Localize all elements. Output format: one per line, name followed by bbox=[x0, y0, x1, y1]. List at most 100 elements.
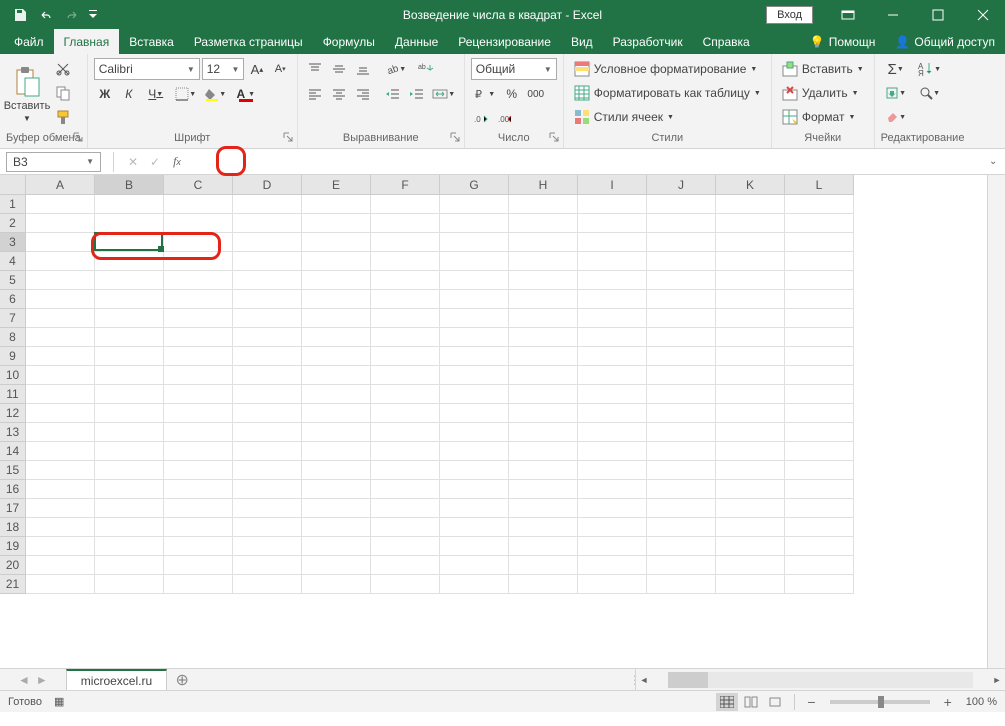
cell[interactable] bbox=[233, 442, 302, 461]
cell[interactable] bbox=[26, 461, 95, 480]
cell[interactable] bbox=[26, 214, 95, 233]
page-layout-view-icon[interactable] bbox=[740, 693, 762, 711]
cell[interactable] bbox=[26, 366, 95, 385]
tab-file[interactable]: Файл bbox=[4, 29, 54, 54]
decrease-indent-icon[interactable] bbox=[382, 83, 404, 105]
cell[interactable] bbox=[509, 423, 578, 442]
cell[interactable] bbox=[440, 480, 509, 499]
customize-qat-icon[interactable] bbox=[86, 3, 100, 27]
cell[interactable] bbox=[95, 290, 164, 309]
increase-font-icon[interactable]: A▴ bbox=[246, 58, 267, 80]
maximize-icon[interactable] bbox=[915, 0, 960, 29]
cell[interactable] bbox=[647, 347, 716, 366]
cell[interactable] bbox=[95, 309, 164, 328]
cell[interactable] bbox=[785, 480, 854, 499]
align-top-icon[interactable] bbox=[304, 58, 326, 80]
undo-icon[interactable] bbox=[34, 3, 58, 27]
cell[interactable] bbox=[716, 461, 785, 480]
cell[interactable] bbox=[26, 499, 95, 518]
cell[interactable] bbox=[302, 556, 371, 575]
cell[interactable] bbox=[440, 366, 509, 385]
cell[interactable] bbox=[578, 518, 647, 537]
number-format-combo[interactable]: Общий▼ bbox=[471, 58, 557, 80]
tab-home[interactable]: Главная bbox=[54, 29, 120, 54]
cell[interactable] bbox=[26, 423, 95, 442]
cell[interactable] bbox=[164, 423, 233, 442]
cell[interactable] bbox=[509, 328, 578, 347]
cell[interactable] bbox=[509, 271, 578, 290]
tab-data[interactable]: Данные bbox=[385, 29, 448, 54]
cell[interactable] bbox=[164, 461, 233, 480]
font-launcher-icon[interactable] bbox=[283, 132, 295, 144]
tab-review[interactable]: Рецензирование bbox=[448, 29, 561, 54]
underline-button[interactable]: Ч ▼ bbox=[142, 83, 170, 105]
cell[interactable] bbox=[716, 480, 785, 499]
accounting-format-icon[interactable]: ₽▼ bbox=[471, 83, 499, 105]
column-header[interactable]: F bbox=[371, 175, 440, 195]
cell[interactable] bbox=[440, 271, 509, 290]
cell[interactable] bbox=[440, 575, 509, 594]
cell[interactable] bbox=[302, 518, 371, 537]
cell[interactable] bbox=[716, 214, 785, 233]
cell[interactable] bbox=[647, 442, 716, 461]
row-header[interactable]: 20 bbox=[0, 556, 26, 575]
cell[interactable] bbox=[371, 404, 440, 423]
fill-color-icon[interactable]: ▼ bbox=[202, 83, 230, 105]
column-header[interactable]: H bbox=[509, 175, 578, 195]
name-box[interactable]: B3▼ bbox=[6, 152, 101, 172]
cell[interactable] bbox=[785, 347, 854, 366]
cell[interactable] bbox=[440, 385, 509, 404]
cell[interactable] bbox=[647, 423, 716, 442]
zoom-out-icon[interactable]: − bbox=[803, 694, 819, 710]
cell[interactable] bbox=[302, 423, 371, 442]
cell[interactable] bbox=[578, 404, 647, 423]
format-as-table-button[interactable]: Форматировать как таблицу▼ bbox=[570, 82, 765, 104]
name-box-arrow-icon[interactable]: ▼ bbox=[86, 157, 94, 166]
cell[interactable] bbox=[716, 537, 785, 556]
cell[interactable] bbox=[302, 233, 371, 252]
cell[interactable] bbox=[233, 195, 302, 214]
italic-button[interactable]: К bbox=[118, 83, 140, 105]
cell[interactable] bbox=[95, 404, 164, 423]
percent-icon[interactable]: % bbox=[501, 83, 523, 105]
cell[interactable] bbox=[371, 518, 440, 537]
insert-function-icon[interactable]: fx bbox=[166, 151, 188, 173]
cell[interactable] bbox=[578, 480, 647, 499]
cell[interactable] bbox=[95, 214, 164, 233]
cell[interactable] bbox=[440, 537, 509, 556]
cell[interactable] bbox=[371, 252, 440, 271]
align-middle-icon[interactable] bbox=[328, 58, 350, 80]
cell[interactable] bbox=[509, 366, 578, 385]
cell[interactable] bbox=[716, 271, 785, 290]
cell[interactable] bbox=[302, 575, 371, 594]
column-header[interactable]: E bbox=[302, 175, 371, 195]
cell[interactable] bbox=[95, 556, 164, 575]
cells-area[interactable] bbox=[26, 195, 854, 594]
cell[interactable] bbox=[302, 499, 371, 518]
cell[interactable] bbox=[302, 271, 371, 290]
orientation-icon[interactable]: ab▼ bbox=[382, 58, 410, 80]
cell[interactable] bbox=[302, 252, 371, 271]
cell[interactable] bbox=[509, 214, 578, 233]
cell[interactable] bbox=[509, 518, 578, 537]
cell[interactable] bbox=[578, 195, 647, 214]
cell[interactable] bbox=[578, 575, 647, 594]
expand-formula-bar-icon[interactable]: ⌄ bbox=[989, 156, 1005, 167]
cell[interactable] bbox=[26, 328, 95, 347]
cell[interactable] bbox=[785, 423, 854, 442]
cell[interactable] bbox=[371, 347, 440, 366]
cell[interactable] bbox=[785, 385, 854, 404]
cell[interactable] bbox=[233, 328, 302, 347]
cell[interactable] bbox=[371, 214, 440, 233]
cell[interactable] bbox=[371, 537, 440, 556]
cell[interactable] bbox=[95, 518, 164, 537]
cell[interactable] bbox=[302, 214, 371, 233]
row-header[interactable]: 10 bbox=[0, 366, 26, 385]
cell[interactable] bbox=[578, 252, 647, 271]
cell[interactable] bbox=[371, 575, 440, 594]
row-header[interactable]: 14 bbox=[0, 442, 26, 461]
cell[interactable] bbox=[233, 347, 302, 366]
cell[interactable] bbox=[647, 328, 716, 347]
autosum-icon[interactable]: Σ ▼ bbox=[881, 58, 911, 80]
cell[interactable] bbox=[233, 309, 302, 328]
